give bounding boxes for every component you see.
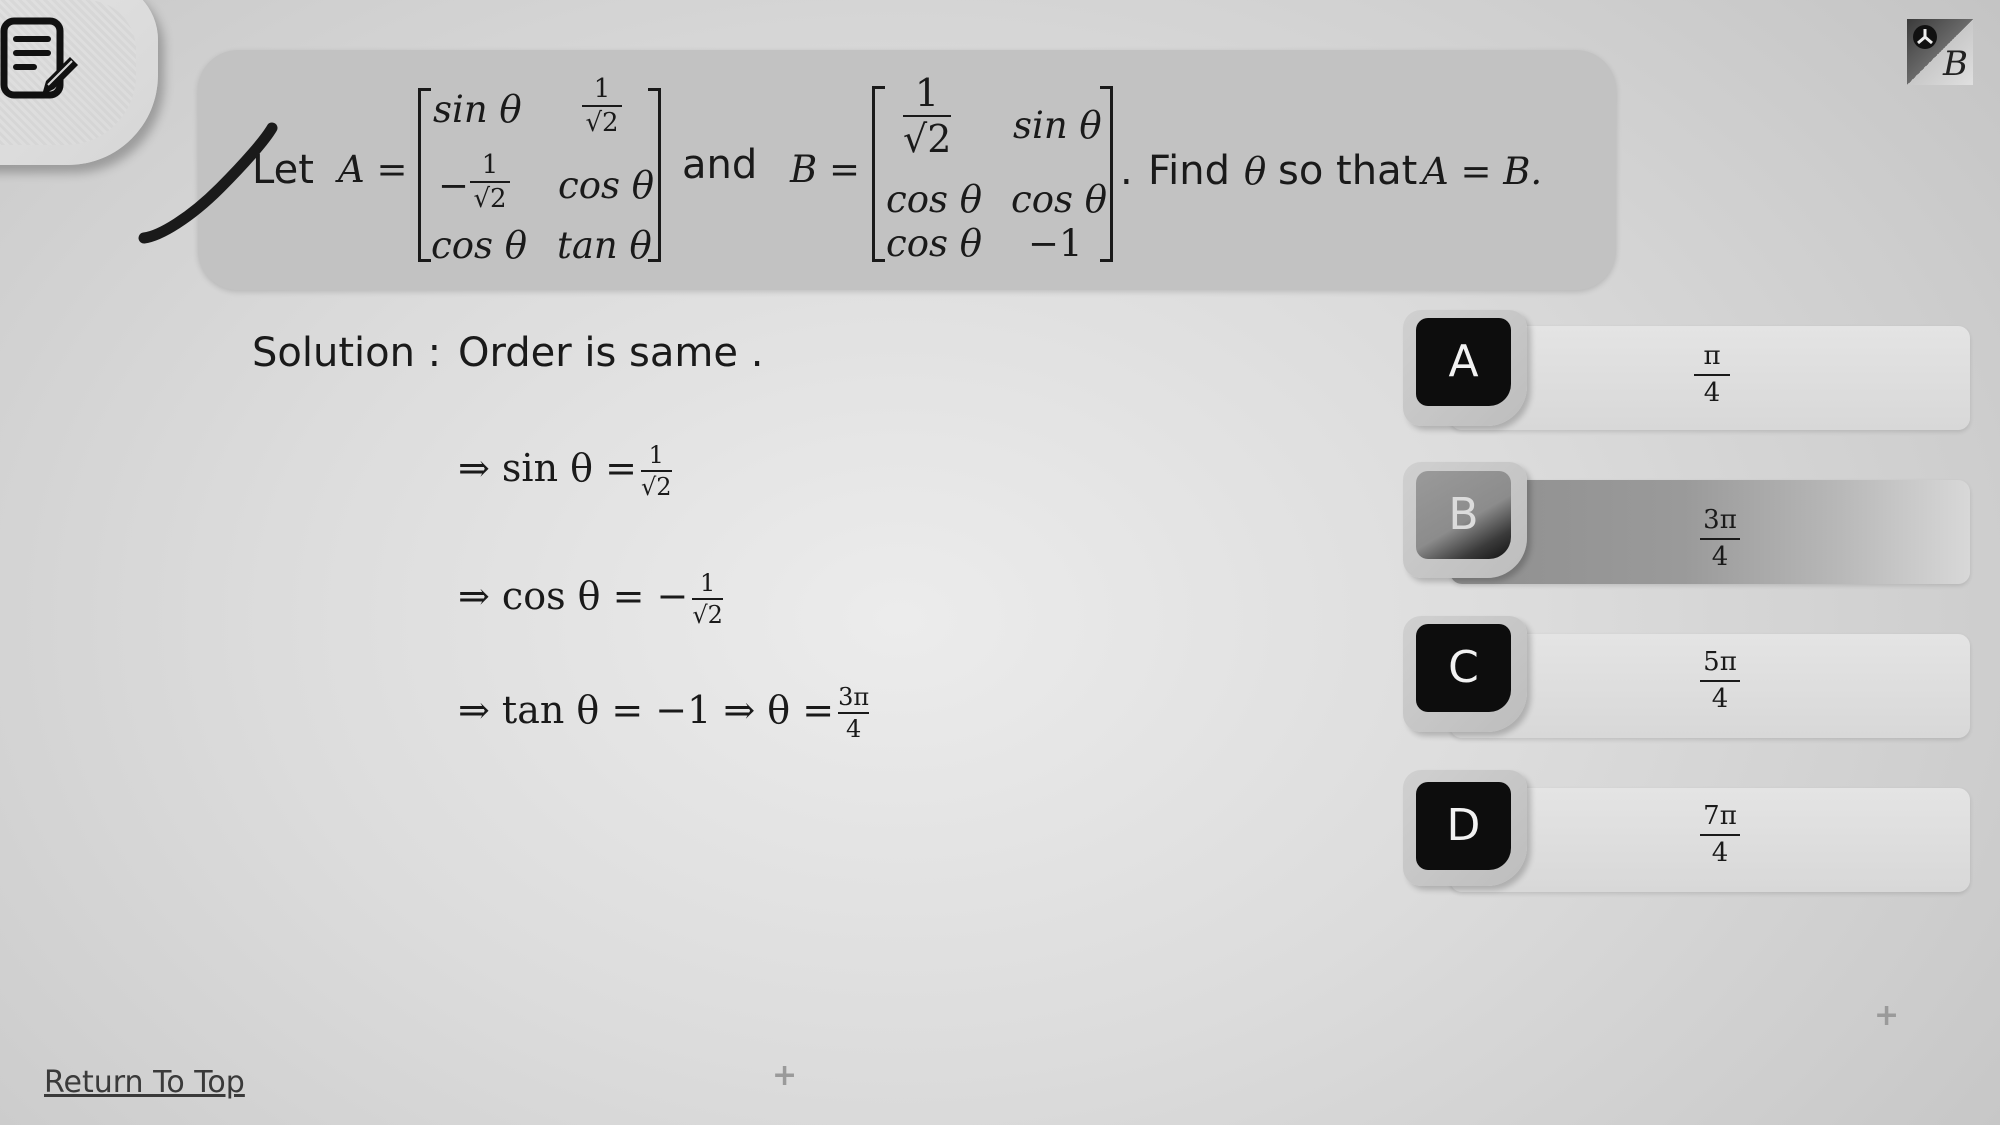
option-d-value[interactable]: 7π 4	[1700, 802, 1740, 867]
plus-mark-right: +	[1874, 998, 1900, 1033]
question-condition: A = B.	[1422, 150, 1543, 193]
logo-badge-icon[interactable]: B	[1905, 17, 1975, 87]
option-c-value[interactable]: 5π 4	[1700, 648, 1740, 713]
matrix-a-r1c1: sin θ	[433, 88, 522, 131]
matrix-b-r2c2: cos θ	[1011, 178, 1108, 221]
matrix-b-r1c2: sin θ	[1013, 104, 1102, 147]
matrix-a-r3c1: cos θ	[431, 224, 528, 267]
question-and: and	[682, 142, 758, 188]
matrix-b-left-bracket	[872, 86, 885, 262]
matrix-a-left-bracket	[418, 88, 431, 262]
option-b-key[interactable]: B	[1416, 471, 1511, 559]
solution-step1: ⇒ sin θ = 1 √2	[458, 441, 672, 502]
solution-step3: ⇒ tan θ = −1 ⇒ θ = 3π 4	[458, 683, 870, 744]
option-c-key[interactable]: C	[1416, 624, 1511, 712]
matrix-a-r2c1: 1 √2	[470, 152, 510, 212]
matrix-b-r2c1: cos θ	[886, 178, 983, 221]
matrix-b-r3c1: cos θ	[886, 222, 983, 265]
matrix-b-label: B =	[790, 148, 860, 191]
question-find: Find	[1148, 148, 1230, 194]
matrix-b-r3c2: −1	[1028, 222, 1083, 265]
matrix-a-r1c2: 1 √2	[582, 76, 622, 136]
return-to-top-link[interactable]: Return To Top	[44, 1065, 245, 1100]
badge-letter: B	[1942, 44, 1968, 84]
solution-step2: ⇒ cos θ = −1 √2	[458, 569, 723, 630]
matrix-a-r3c2: tan θ	[557, 224, 652, 267]
option-b-value[interactable]: 3π 4	[1700, 506, 1740, 571]
notes-edit-icon[interactable]	[0, 15, 82, 107]
option-d-key[interactable]: D	[1416, 782, 1511, 870]
option-a-value[interactable]: π4	[1694, 342, 1730, 407]
solution-line1: Order is same .	[458, 330, 764, 376]
matrix-a-label: A =	[338, 148, 408, 191]
pen-annotation-stroke	[138, 122, 278, 244]
plus-mark-bottom: +	[772, 1058, 798, 1093]
question-so-that: so that	[1278, 148, 1418, 194]
matrix-a-r2c1-sign: −	[438, 164, 470, 207]
question-theta: θ	[1244, 150, 1267, 193]
matrix-b-r1c1: 1 √2	[903, 71, 952, 161]
question-period: .	[1120, 148, 1133, 194]
matrix-a-r2c2: cos θ	[558, 164, 655, 207]
solution-label: Solution :	[252, 330, 442, 376]
matrix-b-right-bracket	[1100, 86, 1113, 262]
option-a-key[interactable]: A	[1416, 318, 1511, 406]
